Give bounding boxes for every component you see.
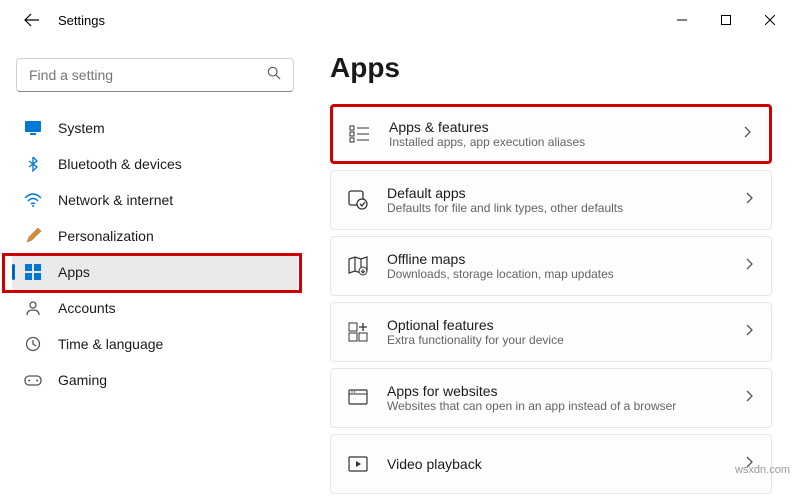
watermark: wsxdn.com <box>735 464 790 476</box>
card-optional-features[interactable]: Optional features Extra functionality fo… <box>330 302 772 362</box>
maximize-button[interactable] <box>704 4 748 36</box>
sidebar-item-label: Apps <box>58 264 90 280</box>
window-controls <box>660 4 792 36</box>
sidebar-item-label: Accounts <box>58 300 116 316</box>
sidebar-item-label: Time & language <box>58 336 163 352</box>
chevron-right-icon <box>743 191 755 209</box>
list-icon <box>349 123 371 145</box>
chevron-right-icon <box>741 125 753 143</box>
search-icon <box>267 66 281 85</box>
card-title: Video playback <box>387 456 743 472</box>
sidebar-item-label: System <box>58 120 105 136</box>
display-icon <box>24 119 42 137</box>
bluetooth-icon <box>24 155 42 173</box>
card-subtitle: Websites that can open in an app instead… <box>387 399 743 413</box>
sidebar-item-label: Personalization <box>58 228 154 244</box>
card-apps-for-websites[interactable]: Apps for websites Websites that can open… <box>330 368 772 428</box>
chevron-right-icon <box>743 257 755 275</box>
sidebar-item-label: Gaming <box>58 372 107 388</box>
sidebar: System Bluetooth & devices Network & int… <box>0 40 310 502</box>
card-title: Apps for websites <box>387 383 743 399</box>
chevron-right-icon <box>743 323 755 341</box>
minimize-button[interactable] <box>660 4 704 36</box>
arrow-left-icon <box>24 12 40 28</box>
card-default-apps[interactable]: Default apps Defaults for file and link … <box>330 170 772 230</box>
card-video-playback[interactable]: Video playback <box>330 434 772 494</box>
close-button[interactable] <box>748 4 792 36</box>
chevron-right-icon <box>743 389 755 407</box>
maximize-icon <box>721 15 731 25</box>
close-icon <box>765 15 775 25</box>
default-apps-icon <box>347 189 369 211</box>
card-title: Optional features <box>387 317 743 333</box>
card-title: Default apps <box>387 185 743 201</box>
search-input[interactable] <box>29 67 267 83</box>
website-icon <box>347 387 369 409</box>
map-icon <box>347 255 369 277</box>
back-button[interactable] <box>16 4 48 36</box>
sidebar-item-time-language[interactable]: Time & language <box>12 326 298 362</box>
wifi-icon <box>24 191 42 209</box>
gaming-icon <box>24 371 42 389</box>
card-title: Offline maps <box>387 251 743 267</box>
person-icon <box>24 299 42 317</box>
card-subtitle: Installed apps, app execution aliases <box>389 135 741 149</box>
search-box[interactable] <box>16 58 294 92</box>
minimize-icon <box>677 15 687 25</box>
window-title: Settings <box>58 13 105 28</box>
titlebar: Settings <box>0 0 800 40</box>
video-icon <box>347 453 369 475</box>
sidebar-item-apps[interactable]: Apps <box>12 254 298 290</box>
sidebar-item-gaming[interactable]: Gaming <box>12 362 298 398</box>
card-title: Apps & features <box>389 119 741 135</box>
page-title: Apps <box>330 52 772 84</box>
sidebar-item-accounts[interactable]: Accounts <box>12 290 298 326</box>
card-subtitle: Extra functionality for your device <box>387 333 743 347</box>
card-subtitle: Downloads, storage location, map updates <box>387 267 743 281</box>
sidebar-item-bluetooth[interactable]: Bluetooth & devices <box>12 146 298 182</box>
sidebar-item-label: Bluetooth & devices <box>58 156 182 172</box>
brush-icon <box>24 227 42 245</box>
card-subtitle: Defaults for file and link types, other … <box>387 201 743 215</box>
card-offline-maps[interactable]: Offline maps Downloads, storage location… <box>330 236 772 296</box>
sidebar-item-label: Network & internet <box>58 192 173 208</box>
card-apps-features[interactable]: Apps & features Installed apps, app exec… <box>330 104 772 164</box>
clock-icon <box>24 335 42 353</box>
sidebar-item-network[interactable]: Network & internet <box>12 182 298 218</box>
sidebar-item-personalization[interactable]: Personalization <box>12 218 298 254</box>
add-feature-icon <box>347 321 369 343</box>
main-content: Apps Apps & features Installed apps, app… <box>310 40 800 502</box>
sidebar-item-system[interactable]: System <box>12 110 298 146</box>
apps-icon <box>24 263 42 281</box>
